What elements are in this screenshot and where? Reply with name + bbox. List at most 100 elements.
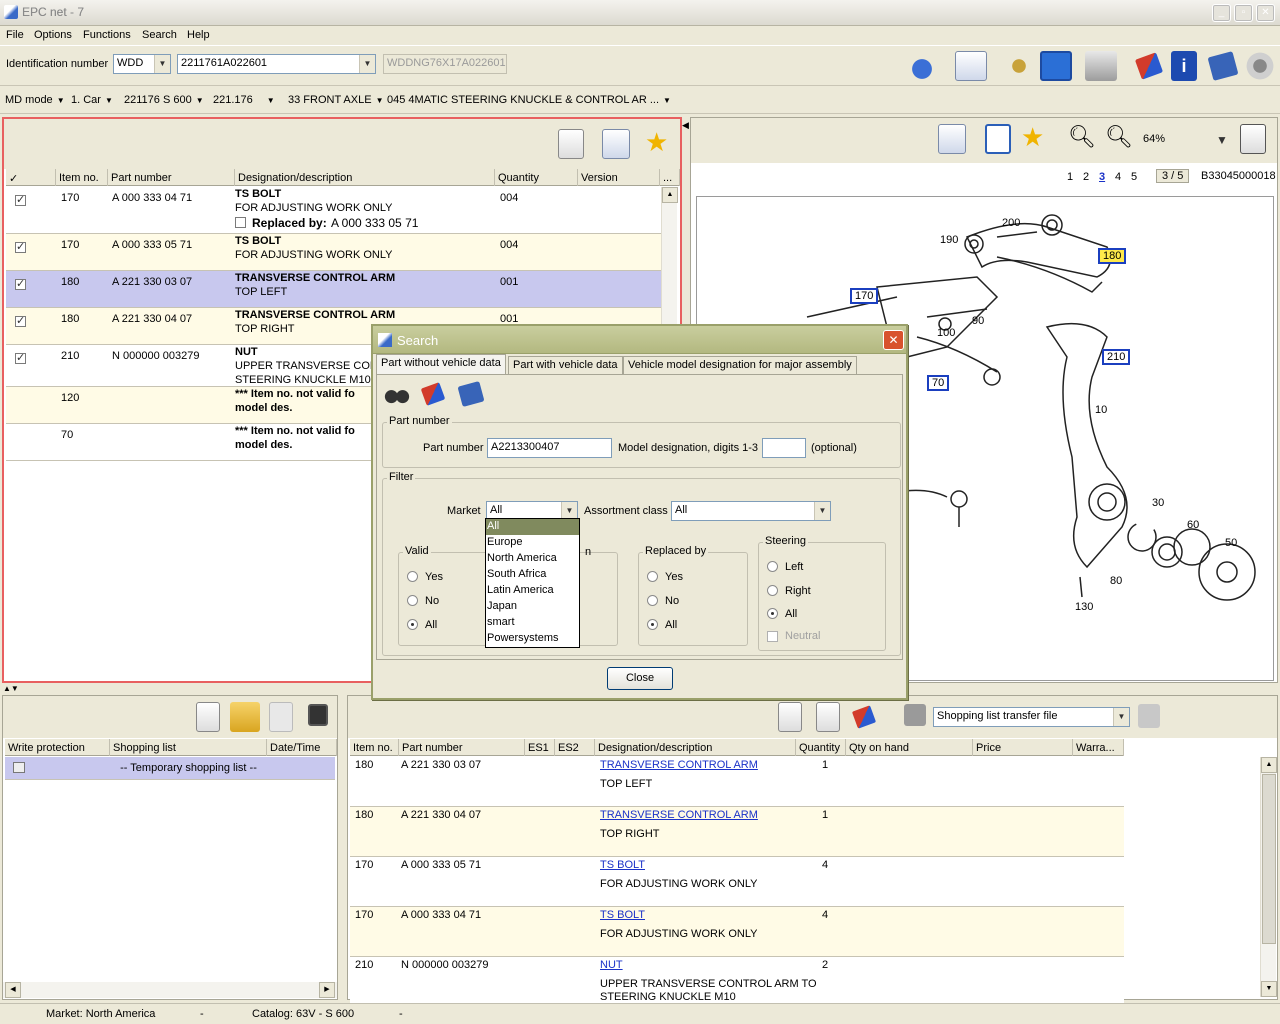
callout-10[interactable]: 10 xyxy=(1095,404,1107,416)
page-link-3[interactable]: 3 xyxy=(1099,171,1105,183)
menu-options[interactable]: Options xyxy=(34,29,72,41)
favorite-star-icon[interactable]: ★ xyxy=(645,127,677,157)
eraser-icon[interactable] xyxy=(1134,52,1164,80)
table-row[interactable]: 210 N 000000 003279 NUT UPPER TRANSVERSE CO… xyxy=(350,957,1124,1007)
export-icon[interactable] xyxy=(1138,704,1160,728)
callout-30[interactable]: 30 xyxy=(1152,497,1164,509)
replaced-all-radio[interactable] xyxy=(647,619,658,630)
callout-200[interactable]: 200 xyxy=(1002,217,1020,229)
favorite-star-icon[interactable]: ★ xyxy=(1021,122,1053,152)
col-price[interactable]: Price xyxy=(973,739,1073,756)
market-option[interactable]: North America xyxy=(486,551,579,567)
table-row[interactable]: 170 A 000 333 05 71 TS BOLT FOR ADJUSTING W… xyxy=(350,857,1124,907)
settings-icon[interactable] xyxy=(1244,51,1276,81)
parts-scrollbar[interactable]: ▲ xyxy=(661,187,678,347)
menu-file[interactable]: File xyxy=(6,29,24,41)
vehicle-icon[interactable] xyxy=(906,51,938,81)
col-date-time[interactable]: Date/Time xyxy=(267,739,337,756)
expand-pane-icon[interactable]: ▲▼ xyxy=(3,684,19,693)
close-button[interactable]: Close xyxy=(607,667,673,690)
callout-210[interactable]: 210 xyxy=(1102,349,1131,365)
document-list-icon[interactable] xyxy=(1240,124,1266,154)
callout-90[interactable]: 90 xyxy=(972,315,984,327)
assortment-select[interactable]: All ▼ xyxy=(671,501,831,521)
col-shopping-list[interactable]: Shopping list xyxy=(110,739,267,756)
col-warranty[interactable]: Warra... xyxy=(1073,739,1124,756)
replaced-yes-radio[interactable] xyxy=(647,571,658,582)
page-link-1[interactable]: 1 xyxy=(1067,171,1073,183)
market-option[interactable]: All xyxy=(486,519,579,535)
table-row[interactable]: ✓ 170 A 000 333 04 71 TS BOLT FOR ADJUSTING … xyxy=(6,187,661,234)
minimize-button[interactable]: _ xyxy=(1212,4,1231,22)
callout-170[interactable]: 170 xyxy=(850,288,879,304)
notepad-icon[interactable] xyxy=(955,51,987,81)
table-row[interactable]: -- Temporary shopping list -- xyxy=(5,757,335,780)
market-option[interactable]: Europe xyxy=(486,535,579,551)
col-write-protection[interactable]: Write protection xyxy=(5,739,110,756)
col-es2[interactable]: ES2 xyxy=(555,739,595,756)
callout-130[interactable]: 130 xyxy=(1075,601,1093,613)
table-row[interactable]: 180 A 221 330 04 07 TRANSVERSE CONTROL ARM… xyxy=(350,807,1124,857)
eraser-icon[interactable] xyxy=(851,705,877,729)
model-select[interactable]: 221176 S 600 ▼ xyxy=(124,94,204,106)
row-checkbox[interactable]: ✓ xyxy=(15,242,26,253)
add-to-list-icon[interactable] xyxy=(558,129,584,159)
menu-functions[interactable]: Functions xyxy=(83,29,131,41)
col-part-number[interactable]: Part number xyxy=(399,739,525,756)
valid-all-radio[interactable] xyxy=(407,619,418,630)
scroll-right-icon[interactable]: ▶ xyxy=(319,982,335,998)
scroll-up-icon[interactable]: ▲ xyxy=(1261,757,1277,773)
transfer-icon[interactable] xyxy=(904,704,926,726)
new-list-icon[interactable] xyxy=(196,702,220,732)
callout-70[interactable]: 70 xyxy=(927,375,950,391)
notes-icon[interactable] xyxy=(602,129,630,159)
collapse-pane-icon[interactable]: ◀ xyxy=(682,120,689,131)
steering-right-radio[interactable] xyxy=(767,585,778,596)
designation-link[interactable]: TRANSVERSE CONTROL ARM xyxy=(600,759,758,771)
col-qty-on-hand[interactable]: Qty on hand xyxy=(846,739,973,756)
scroll-up-icon[interactable]: ▲ xyxy=(662,187,678,203)
col-item-no[interactable]: Item no. xyxy=(56,169,108,186)
zoom-in-icon[interactable]: 🔍︎ xyxy=(1068,122,1100,152)
designation-link[interactable]: TS BOLT xyxy=(600,859,645,871)
tab-part-with-vehicle[interactable]: Part with vehicle data xyxy=(508,356,623,375)
tab-model-major-assembly[interactable]: Vehicle model designation for major asse… xyxy=(623,356,857,375)
col-designation[interactable]: Designation/description xyxy=(235,169,495,186)
col-item-no[interactable]: Item no. xyxy=(350,739,399,756)
valid-no-radio[interactable] xyxy=(407,595,418,606)
edit-item-icon[interactable] xyxy=(816,702,840,732)
callout-180[interactable]: 180 xyxy=(1098,248,1127,264)
replaced-no-radio[interactable] xyxy=(647,595,658,606)
help-book-icon[interactable] xyxy=(1207,51,1239,81)
scroll-down-icon[interactable]: ▼ xyxy=(1261,981,1277,997)
designation-link[interactable]: NUT xyxy=(600,959,623,971)
annotate-icon[interactable] xyxy=(938,124,966,154)
callout-80[interactable]: 80 xyxy=(1110,575,1122,587)
row-checkbox[interactable]: ✓ xyxy=(15,316,26,327)
maximize-button[interactable]: ▫ xyxy=(1234,4,1253,22)
add-item-icon[interactable] xyxy=(778,702,802,732)
col-part-number[interactable]: Part number xyxy=(108,169,235,186)
info-icon[interactable]: i xyxy=(1171,51,1197,81)
market-option[interactable]: Japan xyxy=(486,599,579,615)
fullscreen-icon[interactable] xyxy=(1040,51,1072,81)
model-designation-input[interactable] xyxy=(762,438,806,458)
zoom-out-icon[interactable]: 🔍︎ xyxy=(1105,122,1137,152)
row-checkbox[interactable]: ✓ xyxy=(15,195,26,206)
callout-100[interactable]: 100 xyxy=(937,327,955,339)
subgroup-select[interactable]: 045 4MATIC STEERING KNUCKLE & CONTROL AR… xyxy=(387,94,671,106)
col-check[interactable]: ✓ xyxy=(6,169,56,186)
row-checkbox[interactable]: ✓ xyxy=(15,353,26,364)
shopping-cart-icon[interactable] xyxy=(1003,51,1035,81)
menu-help[interactable]: Help xyxy=(187,29,210,41)
scroll-left-icon[interactable]: ◀ xyxy=(5,982,21,998)
col-es1[interactable]: ES1 xyxy=(525,739,555,756)
callout-190[interactable]: 190 xyxy=(940,234,958,246)
valid-yes-radio[interactable] xyxy=(407,571,418,582)
mode-select[interactable]: MD mode ▼ xyxy=(5,94,65,106)
group-select[interactable]: 33 FRONT AXLE ▼ xyxy=(288,94,383,106)
callout-60[interactable]: 60 xyxy=(1187,519,1199,531)
steering-all-radio[interactable] xyxy=(767,608,778,619)
replaced-checkbox[interactable] xyxy=(235,217,246,228)
steering-left-radio[interactable] xyxy=(767,561,778,572)
